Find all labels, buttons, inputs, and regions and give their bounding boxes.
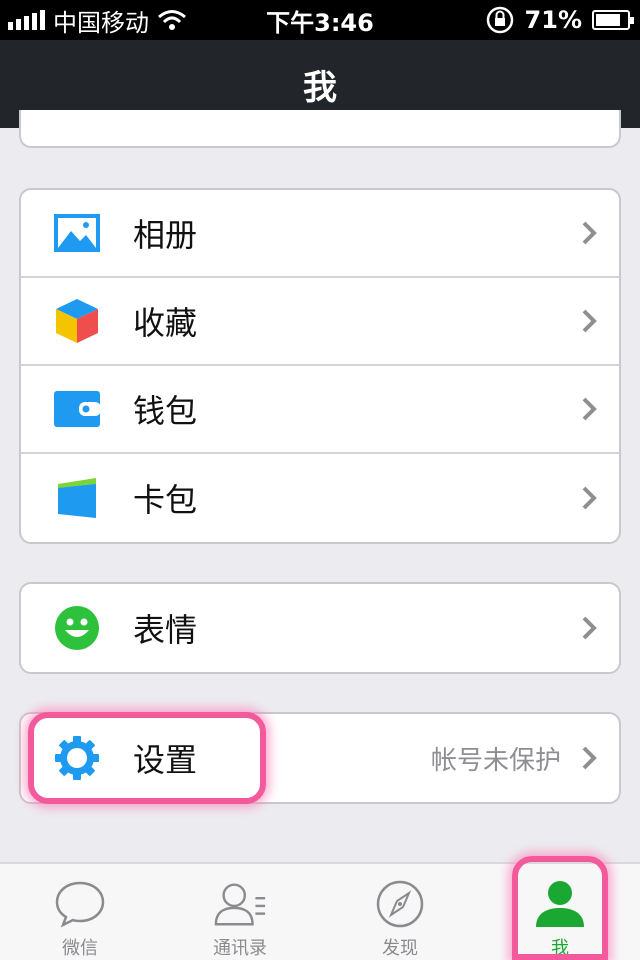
status-right: 71%	[485, 5, 634, 35]
services-group: 相册 收藏 钱包 卡包	[19, 188, 621, 544]
gear-icon	[53, 734, 101, 782]
tab-discover[interactable]: 发现	[320, 864, 480, 960]
rotation-lock-icon	[486, 6, 513, 34]
tab-label: 我	[551, 938, 569, 959]
tab-label: 发现	[382, 938, 418, 959]
wallet-icon	[53, 385, 101, 433]
chat-bubble-icon	[53, 878, 107, 930]
favorites-row[interactable]: 收藏	[21, 278, 619, 366]
page-title: 我	[303, 67, 337, 108]
tab-label: 通讯录	[213, 938, 267, 959]
settings-group: 设置 帐号未保护	[19, 712, 621, 804]
chevron-right-icon	[577, 308, 601, 334]
wallet-label: 钱包	[133, 392, 198, 430]
card-pack-label: 卡包	[133, 481, 198, 519]
favorites-cube-icon	[53, 297, 101, 345]
battery-percent: 71%	[524, 6, 582, 34]
chevron-right-icon	[577, 615, 601, 641]
album-row[interactable]: 相册	[21, 190, 619, 278]
tab-bar: 微信 通讯录 发现 我	[0, 862, 640, 960]
settings-label: 设置	[133, 741, 198, 779]
signal-strength-icon	[8, 10, 45, 30]
settings-row[interactable]: 设置 帐号未保护	[21, 714, 619, 802]
emoji-label: 表情	[133, 611, 198, 649]
photo-album-icon	[53, 209, 101, 257]
status-bar: 中国移动 下午3:46 71%	[0, 0, 640, 40]
contacts-icon	[213, 878, 267, 930]
profile-card-partial[interactable]	[19, 110, 621, 148]
emoji-group: 表情	[19, 582, 621, 674]
me-person-icon	[533, 878, 587, 930]
chevron-right-icon	[577, 220, 601, 246]
status-left: 中国移动	[8, 3, 187, 38]
tab-contacts[interactable]: 通讯录	[160, 864, 320, 960]
tab-me[interactable]: 我	[480, 864, 640, 960]
album-label: 相册	[133, 216, 198, 254]
chevron-right-icon	[577, 396, 601, 422]
wifi-icon	[158, 10, 186, 30]
smiley-icon	[53, 604, 101, 652]
tab-label: 微信	[62, 938, 98, 959]
compass-icon	[373, 878, 427, 930]
battery-icon	[592, 10, 634, 30]
carrier-name: 中国移动	[53, 8, 149, 37]
favorites-label: 收藏	[133, 304, 198, 342]
wallet-row[interactable]: 钱包	[21, 366, 619, 454]
chevron-right-icon	[577, 745, 601, 771]
card-pack-icon	[53, 474, 101, 522]
card-pack-row[interactable]: 卡包	[21, 454, 619, 542]
account-unprotected-status: 帐号未保护	[430, 745, 561, 776]
emoji-row[interactable]: 表情	[21, 584, 619, 672]
chevron-right-icon	[577, 485, 601, 511]
tab-wechat[interactable]: 微信	[0, 864, 160, 960]
